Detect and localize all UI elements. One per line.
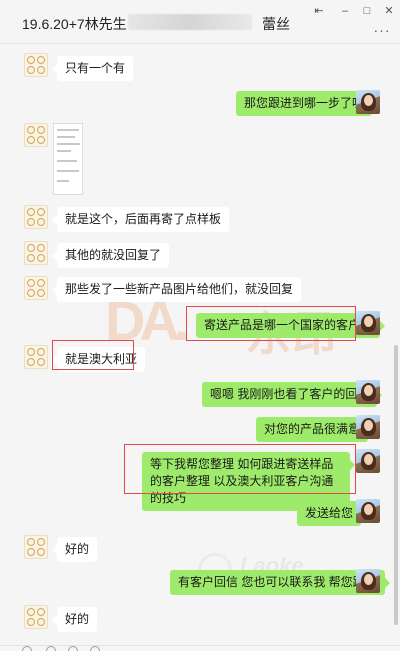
chat-history-icon[interactable] <box>90 646 100 651</box>
pin-icon[interactable]: ⇤ <box>306 2 332 20</box>
user-avatar[interactable] <box>356 311 380 335</box>
message-bubble[interactable]: 那些发了一些新产品图片给他们，就没回复 <box>51 277 302 302</box>
message-bubble[interactable]: 嗯嗯 我刚刚也看了客户的回复 <box>202 382 383 407</box>
emoji-icon[interactable] <box>22 646 32 651</box>
folder-icon[interactable] <box>46 646 56 651</box>
message-bubble[interactable]: 有客户回信 您也可以联系我 帮您跟进 <box>170 570 390 595</box>
user-avatar[interactable] <box>356 90 380 114</box>
chat-title-suffix: 蕾丝 <box>262 16 290 32</box>
chat-message-area[interactable]: DA. 东昂 Laoke LAOKE.COM 只有一个有 那您跟进到哪一步了呢 … <box>0 45 398 645</box>
user-avatar[interactable] <box>356 380 380 404</box>
message-bubble[interactable]: 对您的产品很满意 <box>256 417 374 442</box>
contact-avatar[interactable] <box>24 276 48 300</box>
redacted-name-blur <box>128 14 252 30</box>
user-avatar[interactable] <box>356 415 380 439</box>
contact-avatar[interactable] <box>24 605 48 629</box>
contact-avatar[interactable] <box>24 241 48 265</box>
highlight-box <box>186 306 356 341</box>
screenshot-icon[interactable] <box>68 646 78 651</box>
message-bubble[interactable]: 就是这个，后面再寄了点样板 <box>51 207 230 232</box>
contact-avatar[interactable] <box>24 205 48 229</box>
contact-avatar[interactable] <box>24 345 48 369</box>
message-bubble[interactable]: 发送给您 <box>297 501 367 526</box>
message-bubble[interactable]: 好的 <box>51 537 98 562</box>
message-bubble[interactable]: 其他的就没回复了 <box>51 243 170 268</box>
highlight-box <box>52 340 134 370</box>
image-message-thumbnail[interactable] <box>53 123 83 195</box>
message-bubble[interactable]: 那您跟进到哪一步了呢 <box>236 91 378 116</box>
chat-scrollbar[interactable] <box>394 345 398 625</box>
user-avatar[interactable] <box>356 499 380 523</box>
input-toolbar <box>0 645 400 651</box>
close-button[interactable]: ✕ <box>376 2 400 20</box>
more-options-icon[interactable]: ··· <box>372 23 392 37</box>
highlight-box <box>124 444 356 494</box>
user-avatar[interactable] <box>356 449 380 473</box>
title-bar: 19.6.20+7林先生 蕾丝 ⇤ – □ ✕ ··· <box>0 0 400 44</box>
contact-avatar[interactable] <box>24 53 48 77</box>
message-bubble[interactable]: 好的 <box>51 607 98 632</box>
message-bubble[interactable]: 只有一个有 <box>51 56 134 81</box>
chat-title-prefix: 19.6.20+7林先生 <box>22 16 127 32</box>
contact-avatar[interactable] <box>24 123 48 147</box>
user-avatar[interactable] <box>356 569 380 593</box>
contact-avatar[interactable] <box>24 535 48 559</box>
